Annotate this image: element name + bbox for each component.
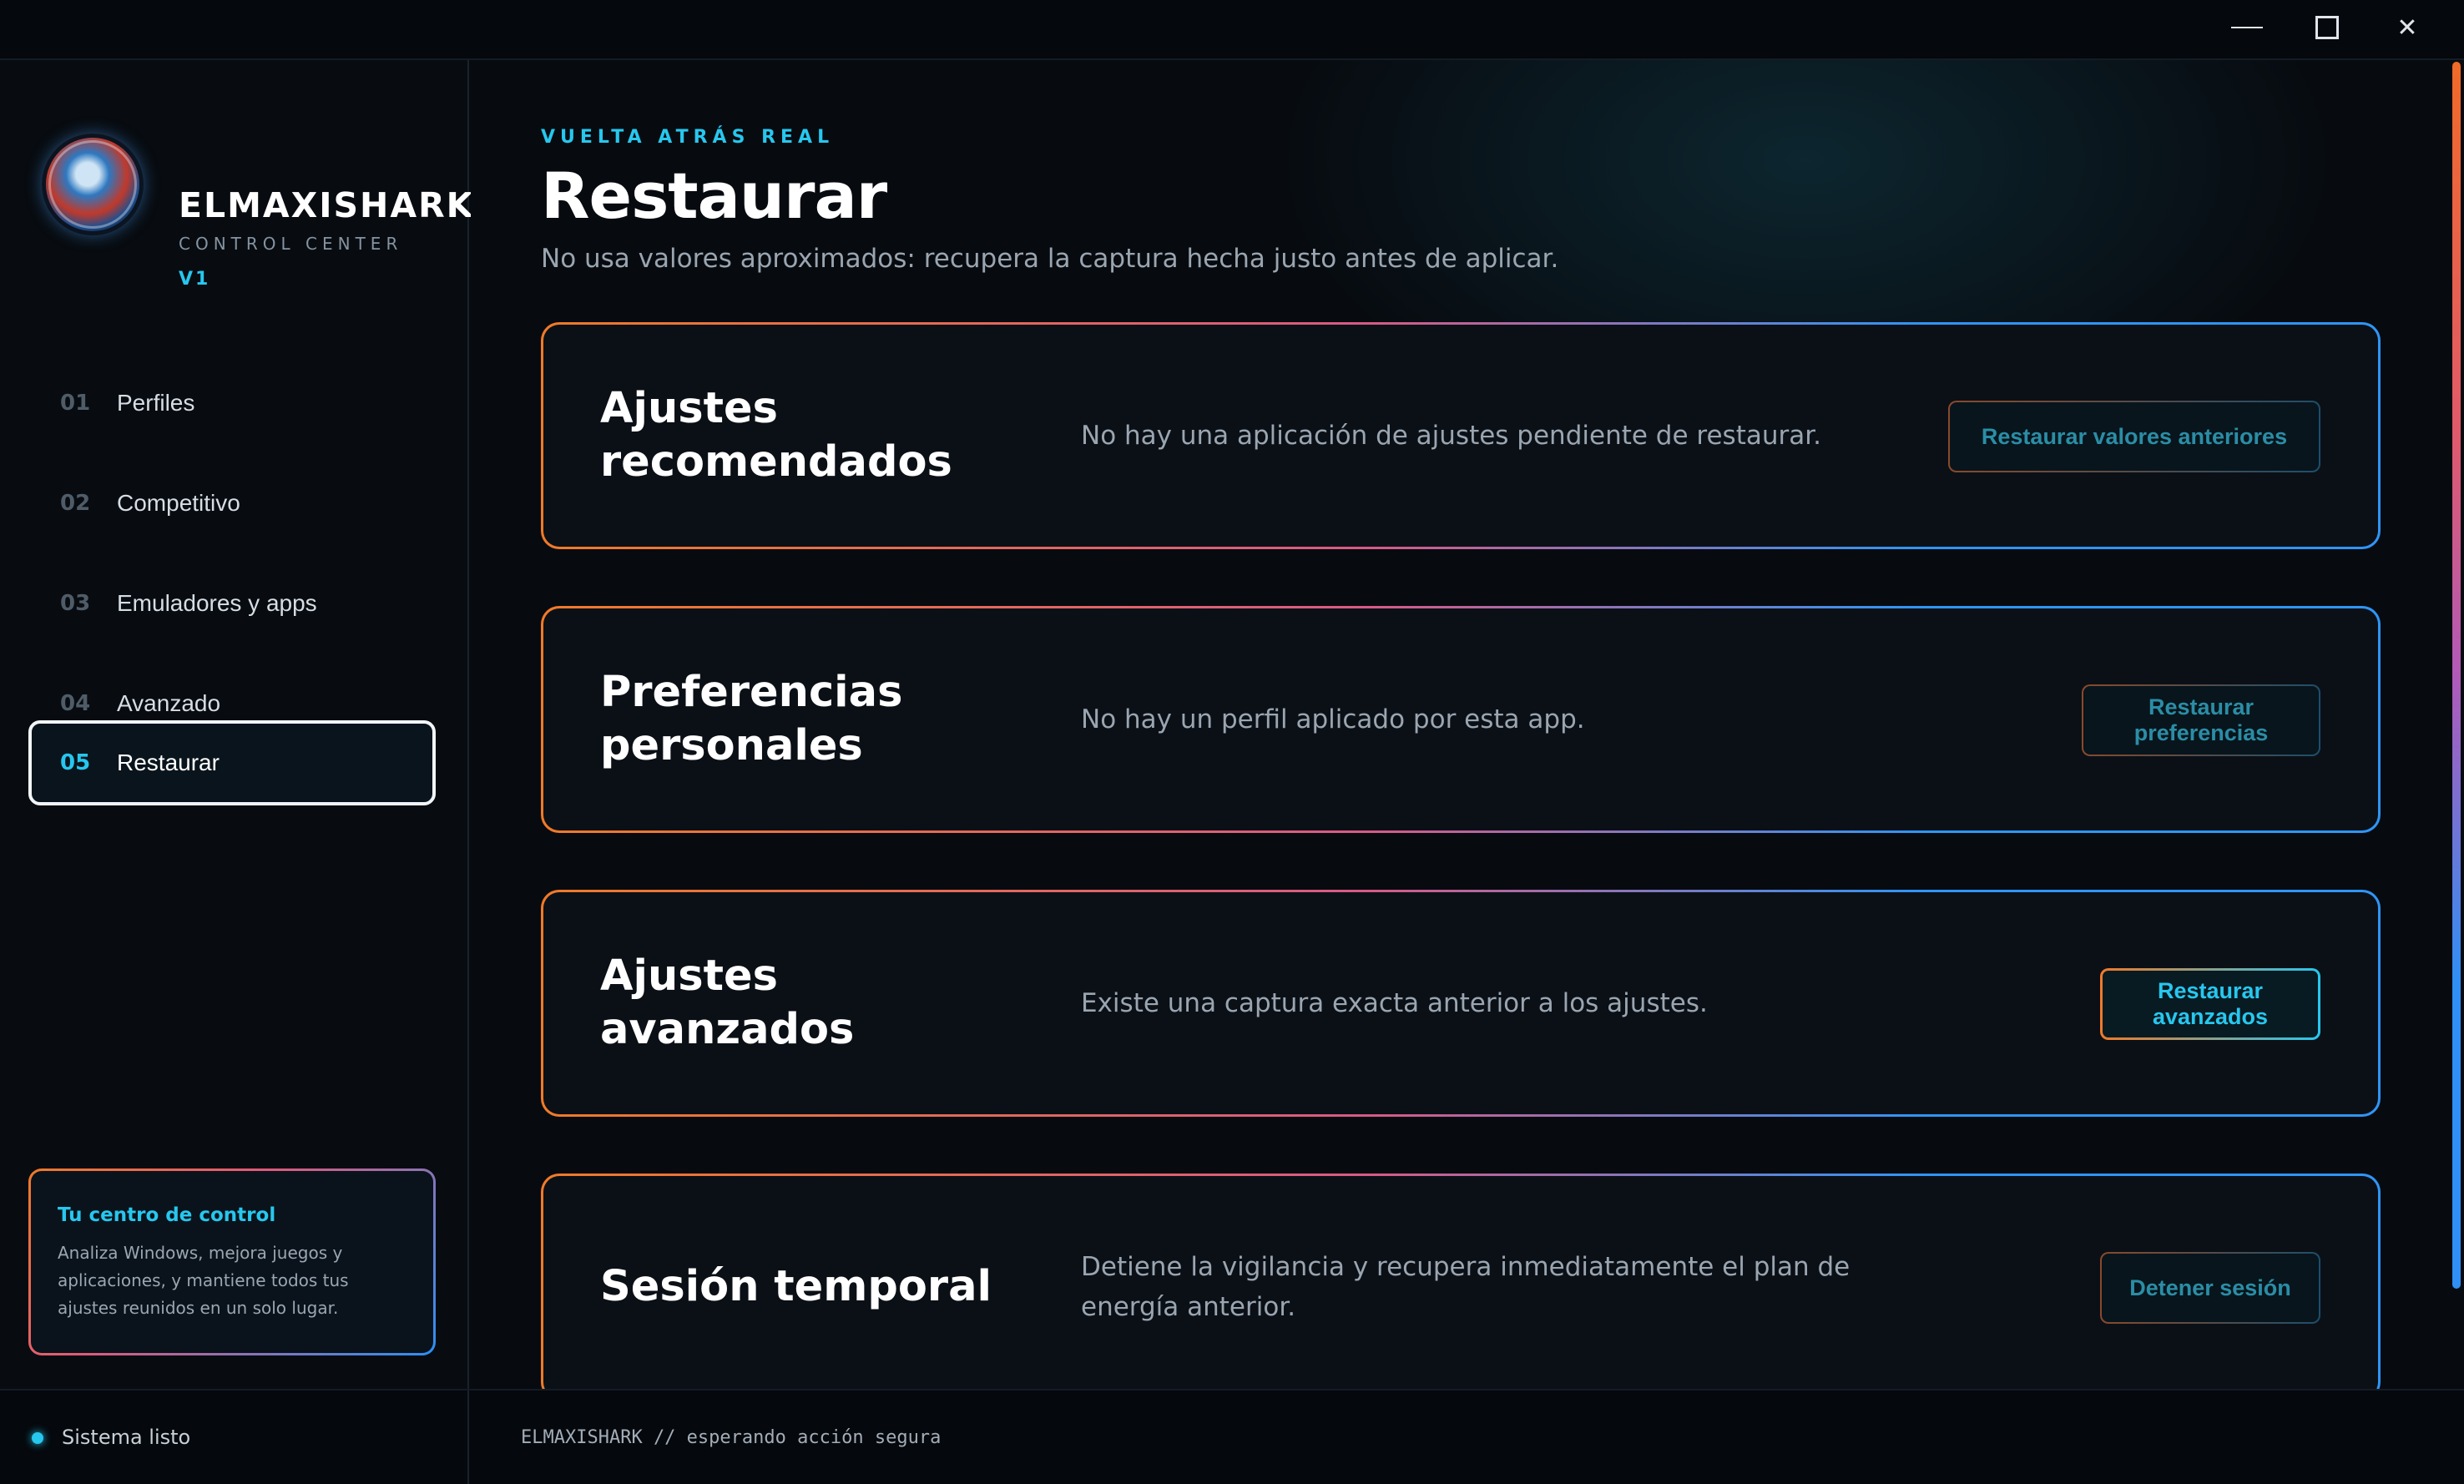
restore-preferences-button[interactable]: Restaurar preferencias: [2082, 684, 2320, 756]
minimize-icon: [2231, 27, 2263, 28]
nav-number: 01: [60, 391, 91, 416]
card-description: Existe una captura exacta anterior a los…: [1081, 988, 1708, 1018]
card-title: Ajustes avanzados: [600, 951, 855, 1054]
stop-session-button[interactable]: Detener sesión: [2100, 1252, 2320, 1324]
status-indicator-icon: [32, 1432, 43, 1444]
page-eyebrow: VUELTA ATRÁS REAL: [541, 127, 835, 148]
card-title: Preferencias personales: [600, 668, 903, 770]
page-title: Restaurar: [541, 159, 887, 233]
console-text: ELMAXISHARK // esperando acción segura: [521, 1427, 942, 1448]
page-description: No usa valores aproximados: recupera la …: [541, 244, 1559, 274]
sidebar-item-restaurar[interactable]: 05 Restaurar: [28, 720, 436, 805]
close-button[interactable]: ✕: [2367, 0, 2447, 55]
restore-card-avanzados: Ajustes avanzados Existe una captura exa…: [541, 890, 2381, 1117]
card-title: Ajustes recomendados: [600, 384, 952, 487]
app-window: ✕ ELMAXISHARK CONTROL CENTER V1 01 Perfi…: [0, 0, 2464, 1484]
card-description: Detiene la vigilancia y recupera inmedia…: [1081, 1252, 1851, 1322]
maximize-icon: [2315, 16, 2339, 39]
nav-number: 05: [60, 750, 91, 775]
brand-name: ELMAXISHARK: [179, 185, 475, 225]
restore-previous-values-button[interactable]: Restaurar valores anteriores: [1948, 401, 2320, 472]
promo-title: Tu centro de control: [58, 1204, 276, 1226]
nav-number: 04: [60, 691, 91, 716]
promo-card: Tu centro de control Analiza Windows, me…: [28, 1169, 436, 1355]
restore-card-recomendados: Ajustes recomendados No hay una aplicaci…: [541, 322, 2381, 549]
nav-label: Avanzado: [117, 690, 221, 716]
card-description: No hay una aplicación de ajustes pendien…: [1081, 421, 1821, 451]
promo-text: Analiza Windows, mejora juegos y aplicac…: [58, 1243, 349, 1318]
restore-card-preferencias: Preferencias personales No hay un perfil…: [541, 606, 2381, 833]
card-description: No hay un perfil aplicado por esta app.: [1081, 704, 1585, 734]
maximize-button[interactable]: [2287, 0, 2367, 55]
sidebar-item-perfiles[interactable]: 01 Perfiles: [28, 361, 436, 446]
sidebar-item-emuladores[interactable]: 03 Emuladores y apps: [28, 561, 436, 646]
title-bar: ✕: [0, 0, 2464, 60]
main-content: VUELTA ATRÁS REAL Restaurar No usa valor…: [471, 60, 2464, 1389]
brand-version: V1: [179, 269, 211, 290]
status-text: Sistema listo: [62, 1426, 191, 1449]
status-panel: Sistema listo: [0, 1391, 469, 1484]
nav-label: Competitivo: [117, 490, 240, 516]
nav-number: 02: [60, 491, 91, 516]
close-icon: ✕: [2396, 13, 2418, 43]
nav-label: Perfiles: [117, 390, 195, 416]
brand-subtitle: CONTROL CENTER: [179, 234, 403, 254]
nav-label: Restaurar: [117, 750, 220, 775]
nav-number: 03: [60, 591, 91, 616]
restore-advanced-button[interactable]: Restaurar avanzados: [2100, 968, 2320, 1040]
minimize-button[interactable]: [2207, 0, 2287, 55]
restore-card-sesion: Sesión temporal Detiene la vigilancia y …: [541, 1174, 2381, 1389]
brand-logo: [42, 134, 144, 235]
main-scrollbar[interactable]: [2452, 62, 2461, 1289]
nav-label: Emuladores y apps: [117, 590, 317, 616]
status-bar: Sistema listo ELMAXISHARK // esperando a…: [0, 1389, 2464, 1484]
card-title: Sesión temporal: [600, 1262, 992, 1311]
sidebar: ELMAXISHARK CONTROL CENTER V1 01 Perfile…: [0, 60, 472, 1389]
sidebar-item-competitivo[interactable]: 02 Competitivo: [28, 461, 436, 546]
